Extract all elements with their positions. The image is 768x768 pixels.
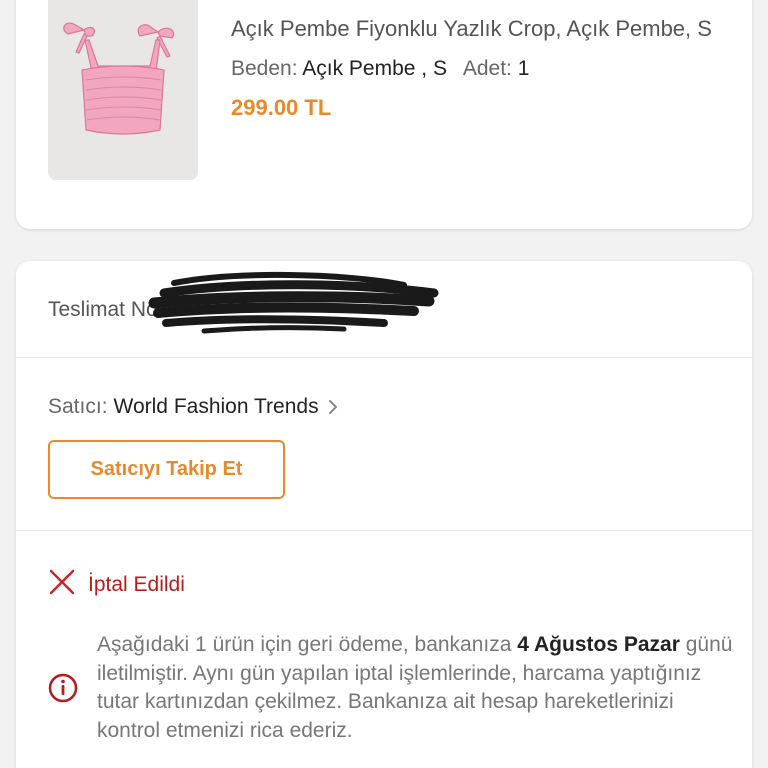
redaction-scribble — [148, 271, 439, 334]
follow-seller-button[interactable]: Satıcıyı Takip Et — [48, 440, 285, 499]
seller-name[interactable]: World Fashion Trends — [114, 395, 319, 419]
qty-label: Adet: — [462, 57, 512, 80]
status-text: İptal Edildi — [88, 572, 185, 596]
product-meta: Beden: Açık Pembe , S Adet: 1 — [231, 57, 529, 81]
seller-section: Satıcı: World Fashion Trends Satıcıyı Ta… — [16, 358, 752, 531]
info-icon — [48, 673, 78, 708]
seller-label: Satıcı: — [48, 395, 108, 418]
delivery-card: Teslimat No Satıcı: World Fashion Trends… — [16, 261, 752, 768]
refund-info-text: Aşağıdaki 1 ürün için geri ödeme, bankan… — [97, 633, 733, 742]
delivery-number-label: Teslimat No — [48, 298, 158, 321]
product-title[interactable]: Açık Pembe Fiyonklu Yazlık Crop, Açık Pe… — [231, 16, 731, 42]
product-image[interactable] — [48, 0, 198, 180]
x-icon — [48, 568, 76, 601]
product-price: 299.00 TL — [231, 95, 332, 120]
product-card: Açık Pembe Fiyonklu Yazlık Crop, Açık Pe… — [16, 0, 752, 229]
order-status: İptal Edildi — [48, 568, 185, 601]
size-label: Beden: — [231, 57, 298, 80]
chevron-right-icon[interactable] — [327, 398, 339, 416]
pink-top-illustration — [63, 22, 175, 135]
qty-value: 1 — [517, 57, 530, 80]
size-value: Açık Pembe , S — [302, 57, 447, 80]
delivery-header: Teslimat No — [16, 261, 752, 358]
seller-link[interactable]: Satıcı: World Fashion Trends — [48, 395, 339, 419]
